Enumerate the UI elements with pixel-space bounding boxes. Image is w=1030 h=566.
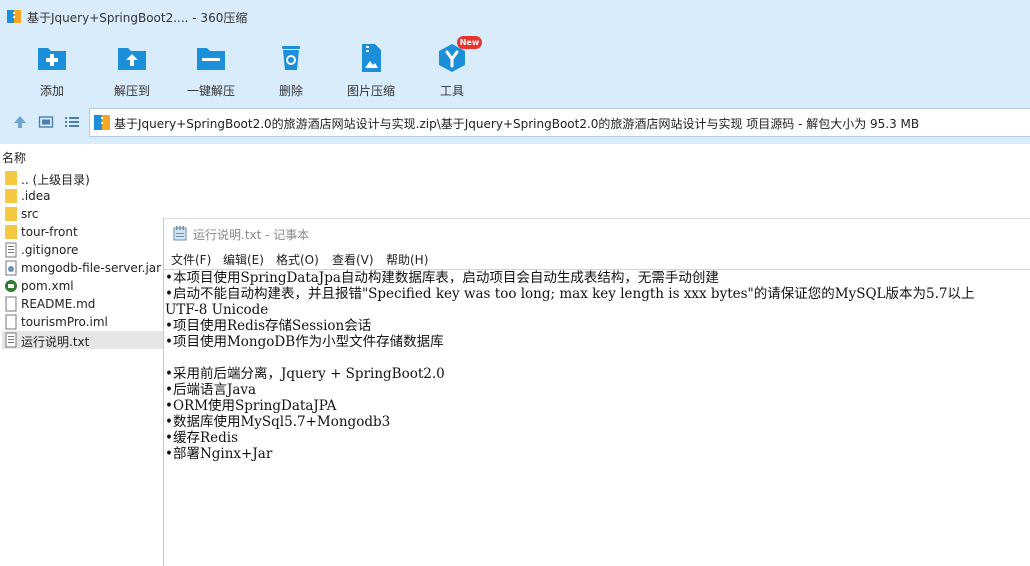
name-column-label: 名称 [2,151,27,165]
file-name: 运行说明.txt [21,335,90,349]
text-line: •部署Nginx+Jar [165,446,273,462]
text-file-icon [5,242,17,258]
name-column-header[interactable]: 名称 [0,147,200,165]
image-compress-label: 图片压缩 [346,84,395,98]
notepad-window: 运行说明.txt - 记事本 文件(F) 编辑(E) 格式(O) 查看(V) 帮… [163,218,1030,566]
text-line: UTF-8 Unicode [165,302,269,318]
file-name: tour-front [21,225,78,239]
notepad-text-area[interactable]: •本项目使用SpringDataJpa自动构建数据库表，启动项目会自动生成表结构… [164,269,1030,566]
file-row-jar[interactable]: mongodb-file-server.jar [2,259,163,277]
menu-edit[interactable]: 编辑(E) [223,251,264,268]
folder-icon [5,171,17,185]
folder-icon [5,225,17,239]
new-badge: New [457,36,482,49]
address-bar: 基于Jquery+SpringBoot2.0的旅游酒店网站设计与实现.zip\基… [0,101,1030,144]
extract-to-label: 解压到 [113,84,150,98]
add-label: 添加 [39,84,64,98]
file-row-src[interactable]: src [2,205,163,223]
file-name: .. (上级目录) [21,173,90,187]
one-click-extract-label: 一键解压 [186,84,235,98]
text-line: •项目使用MongoDB作为小型文件存储数据库 [165,334,444,350]
path-field[interactable]: 基于Jquery+SpringBoot2.0的旅游酒店网站设计与实现.zip\基… [89,108,1030,137]
tools-button[interactable]: New 工具 [417,36,487,98]
file-row-run-notes[interactable]: 运行说明.txt [2,331,163,349]
file-name: src [21,207,39,221]
extract-to-button[interactable]: 解压到 [97,38,167,98]
tools-label: 工具 [439,84,464,98]
file-name: pom.xml [21,279,74,293]
toolbar: 添加 解压到 一键解压 删除 图片压缩 New 工具 [0,34,1030,101]
notepad-title: 运行说明.txt - 记事本 [193,228,310,242]
delete-label: 删除 [278,84,303,98]
menu-file[interactable]: 文件(F) [171,251,211,268]
one-click-extract-icon [197,48,225,70]
file-row-parent-dir[interactable]: .. (上级目录) [2,169,163,187]
notepad-menu-bar: 文件(F) 编辑(E) 格式(O) 查看(V) 帮助(H) [164,248,1030,269]
text-line: •项目使用Redis存储Session会话 [165,318,372,334]
file-row-pom[interactable]: pom.xml [2,277,163,295]
menu-help[interactable]: 帮助(H) [386,251,428,268]
list-view-icon[interactable] [64,114,80,130]
folder-icon [5,189,17,203]
one-click-extract-button[interactable]: 一键解压 [176,38,246,98]
image-zip-icon [362,44,381,72]
menu-view[interactable]: 查看(V) [332,251,374,268]
text-line: •启动不能自动构建表，并且报错"Specified key was too lo… [165,286,975,302]
title-bar[interactable]: 基于Jquery+SpringBoot2.... - 360压缩 [0,0,1030,34]
file-row-idea[interactable]: .idea [2,187,163,205]
file-row-tour-front[interactable]: tour-front [2,223,163,241]
extract-to-icon [118,48,146,70]
folder-icon [5,207,17,221]
notepad-title-bar[interactable]: 运行说明.txt - 记事本 [164,219,1030,248]
text-line: •本项目使用SpringDataJpa自动构建数据库表，启动项目会自动生成表结构… [165,270,719,286]
xml-file-icon [5,280,17,292]
file-row-readme[interactable]: README.md [2,295,163,313]
text-line: •缓存Redis [165,430,239,446]
delete-button[interactable]: 删除 [256,38,326,98]
text-file-icon [5,332,17,348]
file-row-iml[interactable]: tourismPro.iml [2,313,163,331]
recycle-bin-icon [282,46,300,70]
window-title: 基于Jquery+SpringBoot2.... - 360压缩 [27,11,248,25]
file-name: mongodb-file-server.jar [21,261,162,275]
text-line: •数据库使用MySql5.7+Mongodb3 [165,414,391,430]
text-line: •ORM使用SpringDataJPA [165,398,337,414]
text-line: •后端语言Java [165,382,257,398]
blank-file-icon [5,314,17,330]
zip-archive-icon [94,115,110,130]
jar-file-icon [5,260,17,276]
blank-file-icon [5,296,17,312]
file-name: .gitignore [21,243,79,257]
file-name: .idea [21,189,51,203]
image-compress-button[interactable]: 图片压缩 [336,38,406,98]
file-name: tourismPro.iml [21,315,108,329]
text-line: •采用前后端分离，Jquery + SpringBoot2.0 [165,366,445,382]
add-button[interactable]: 添加 [17,38,87,98]
thumbnail-view-icon[interactable] [38,114,54,130]
archive-path: 基于Jquery+SpringBoot2.0的旅游酒店网站设计与实现.zip\基… [114,117,920,131]
menu-format[interactable]: 格式(O) [276,251,319,268]
add-folder-icon [38,48,66,70]
file-row-gitignore[interactable]: .gitignore [2,241,163,259]
up-arrow-icon[interactable] [12,114,28,130]
archive-app-icon [7,10,21,23]
notepad-icon [173,226,187,241]
file-name: README.md [21,297,96,311]
